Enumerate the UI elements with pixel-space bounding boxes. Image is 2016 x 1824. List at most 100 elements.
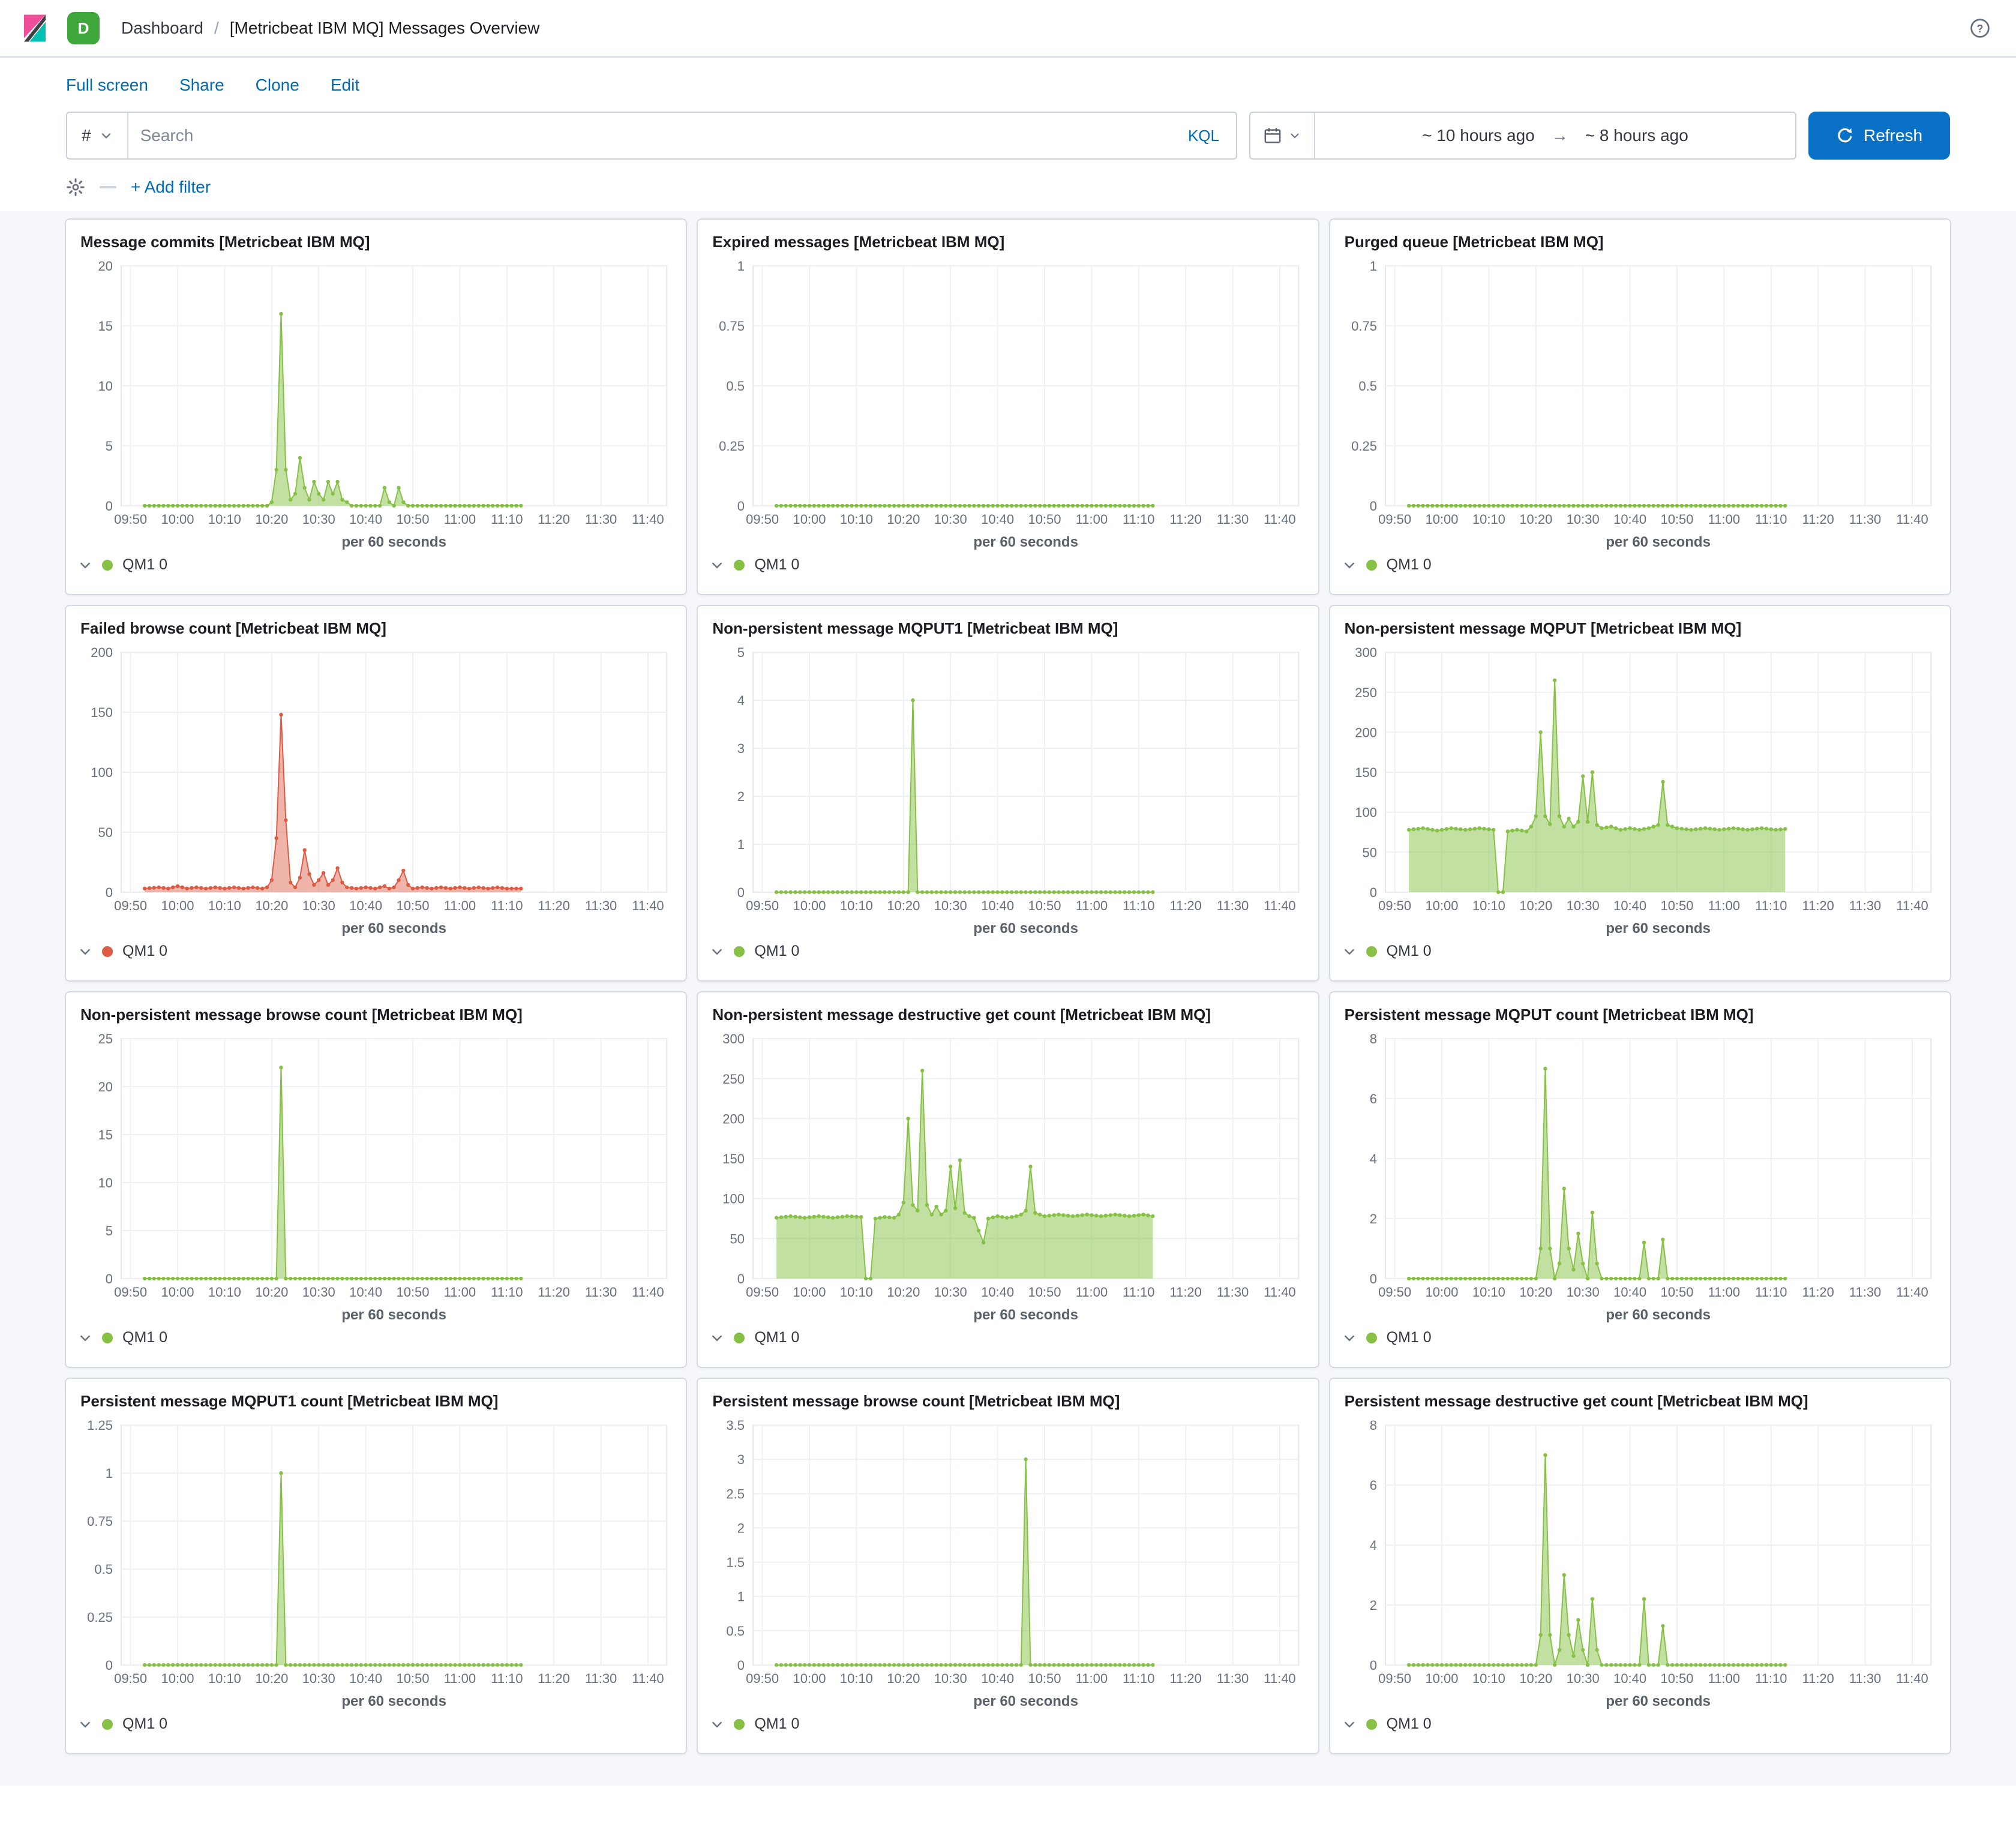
chevron-down-icon[interactable] bbox=[78, 944, 92, 959]
legend-series-dot[interactable] bbox=[1366, 1719, 1377, 1730]
time-range-end[interactable]: ~ 8 hours ago bbox=[1585, 126, 1688, 145]
svg-text:09:50: 09:50 bbox=[1378, 1671, 1411, 1686]
legend-series-dot[interactable] bbox=[734, 1719, 745, 1730]
filter-settings-gear-icon[interactable] bbox=[66, 178, 85, 197]
help-icon[interactable]: ? bbox=[1961, 9, 1999, 47]
menu-edit[interactable]: Edit bbox=[331, 76, 359, 95]
legend-series-label[interactable]: QM1 0 bbox=[754, 556, 799, 574]
legend-series-label[interactable]: QM1 0 bbox=[122, 1715, 167, 1733]
chart-legend: QM1 0 bbox=[1330, 554, 1950, 583]
menu-clone[interactable]: Clone bbox=[256, 76, 299, 95]
chevron-down-icon[interactable] bbox=[710, 1331, 724, 1345]
svg-text:10:20: 10:20 bbox=[887, 898, 920, 913]
kibana-logo[interactable] bbox=[17, 10, 53, 46]
legend-series-label[interactable]: QM1 0 bbox=[1387, 1329, 1432, 1346]
time-series-chart[interactable]: 09:5010:0010:1010:2010:3010:4010:5011:00… bbox=[66, 254, 686, 554]
legend-series-label[interactable]: QM1 0 bbox=[122, 1329, 167, 1346]
svg-text:11:10: 11:10 bbox=[491, 512, 523, 527]
time-series-chart[interactable]: 09:5010:0010:1010:2010:3010:4010:5011:00… bbox=[66, 1413, 686, 1713]
svg-text:5: 5 bbox=[737, 645, 745, 660]
chevron-down-icon[interactable] bbox=[710, 944, 724, 959]
time-series-chart[interactable]: 09:5010:0010:1010:2010:3010:4010:5011:00… bbox=[1330, 1413, 1950, 1713]
time-series-chart[interactable]: 09:5010:0010:1010:2010:3010:4010:5011:00… bbox=[1330, 640, 1950, 940]
query-menu-button[interactable]: # bbox=[67, 113, 128, 158]
filter-bar: + Add filter bbox=[0, 166, 2016, 211]
legend-series-dot[interactable] bbox=[734, 1333, 745, 1343]
time-series-chart[interactable]: 09:5010:0010:1010:2010:3010:4010:5011:00… bbox=[698, 1027, 1318, 1327]
time-series-chart[interactable]: 09:5010:0010:1010:2010:3010:4010:5011:00… bbox=[1330, 254, 1950, 554]
search-input[interactable] bbox=[128, 126, 1171, 145]
svg-text:11:00: 11:00 bbox=[444, 898, 476, 913]
svg-text:8: 8 bbox=[1369, 1031, 1376, 1046]
time-series-chart[interactable]: 09:5010:0010:1010:2010:3010:4010:5011:00… bbox=[698, 1413, 1318, 1713]
svg-text:11:10: 11:10 bbox=[1123, 1285, 1154, 1300]
menu-share[interactable]: Share bbox=[179, 76, 224, 95]
svg-text:09:50: 09:50 bbox=[1378, 898, 1411, 913]
chevron-down-icon[interactable] bbox=[710, 558, 724, 572]
svg-text:11:10: 11:10 bbox=[1123, 1671, 1154, 1686]
svg-text:20: 20 bbox=[98, 1079, 113, 1094]
svg-text:11:00: 11:00 bbox=[1076, 512, 1108, 527]
legend-series-label[interactable]: QM1 0 bbox=[1387, 943, 1432, 960]
svg-text:11:40: 11:40 bbox=[1264, 512, 1296, 527]
legend-series-label[interactable]: QM1 0 bbox=[122, 556, 167, 574]
svg-text:10:20: 10:20 bbox=[887, 512, 920, 527]
legend-series-dot[interactable] bbox=[734, 946, 745, 957]
space-avatar[interactable]: D bbox=[67, 12, 100, 44]
svg-text:10:00: 10:00 bbox=[1425, 898, 1458, 913]
legend-series-label[interactable]: QM1 0 bbox=[754, 943, 799, 960]
svg-text:11:30: 11:30 bbox=[1217, 1671, 1249, 1686]
legend-series-label[interactable]: QM1 0 bbox=[754, 1715, 799, 1733]
legend-series-dot[interactable] bbox=[102, 560, 113, 571]
legend-series-label[interactable]: QM1 0 bbox=[754, 1329, 799, 1346]
chevron-down-icon[interactable] bbox=[78, 558, 92, 572]
query-menu-symbol: # bbox=[82, 126, 91, 145]
svg-text:11:00: 11:00 bbox=[444, 1671, 476, 1686]
legend-series-dot[interactable] bbox=[734, 560, 745, 571]
time-series-chart[interactable]: 09:5010:0010:1010:2010:3010:4010:5011:00… bbox=[66, 1027, 686, 1327]
svg-text:10:20: 10:20 bbox=[255, 898, 288, 913]
chevron-down-icon[interactable] bbox=[1342, 1331, 1357, 1345]
breadcrumb-separator: / bbox=[214, 19, 219, 38]
breadcrumb-dashboard-link[interactable]: Dashboard bbox=[121, 19, 203, 38]
svg-text:10:10: 10:10 bbox=[208, 1671, 241, 1686]
panel-title: Non-persistent message destructive get c… bbox=[698, 992, 1318, 1027]
svg-text:11:20: 11:20 bbox=[1170, 1285, 1202, 1300]
chart-legend: QM1 0 bbox=[66, 1327, 686, 1356]
time-series-chart[interactable]: 09:5010:0010:1010:2010:3010:4010:5011:00… bbox=[698, 254, 1318, 554]
query-language-button[interactable]: KQL bbox=[1171, 127, 1236, 145]
legend-series-dot[interactable] bbox=[102, 1719, 113, 1730]
add-filter-button[interactable]: + Add filter bbox=[131, 178, 211, 197]
show-dates-button[interactable] bbox=[1250, 113, 1315, 158]
time-series-chart[interactable]: 09:5010:0010:1010:2010:3010:4010:5011:00… bbox=[698, 640, 1318, 940]
legend-series-dot[interactable] bbox=[1366, 560, 1377, 571]
chart-panel: Expired messages [Metricbeat IBM MQ] 09:… bbox=[697, 218, 1319, 595]
svg-text:11:40: 11:40 bbox=[1896, 1285, 1928, 1300]
legend-series-dot[interactable] bbox=[102, 946, 113, 957]
svg-text:10:40: 10:40 bbox=[1613, 1285, 1646, 1300]
legend-series-dot[interactable] bbox=[1366, 946, 1377, 957]
time-series-chart[interactable]: 09:5010:0010:1010:2010:3010:4010:5011:00… bbox=[66, 640, 686, 940]
chevron-down-icon[interactable] bbox=[1342, 944, 1357, 959]
chevron-down-icon[interactable] bbox=[78, 1717, 92, 1732]
svg-text:1.25: 1.25 bbox=[87, 1418, 113, 1433]
legend-series-label[interactable]: QM1 0 bbox=[1387, 556, 1432, 574]
legend-series-dot[interactable] bbox=[1366, 1333, 1377, 1343]
time-series-chart[interactable]: 09:5010:0010:1010:2010:3010:4010:5011:00… bbox=[1330, 1027, 1950, 1327]
chevron-down-icon[interactable] bbox=[78, 1331, 92, 1345]
svg-text:10:20: 10:20 bbox=[255, 512, 288, 527]
chevron-down-icon[interactable] bbox=[1342, 558, 1357, 572]
legend-series-label[interactable]: QM1 0 bbox=[1387, 1715, 1432, 1733]
svg-text:10:30: 10:30 bbox=[934, 512, 967, 527]
svg-text:per 60 seconds: per 60 seconds bbox=[1606, 1307, 1711, 1323]
refresh-button[interactable]: Refresh bbox=[1808, 112, 1950, 160]
legend-series-dot[interactable] bbox=[102, 1333, 113, 1343]
chevron-down-icon[interactable] bbox=[710, 1717, 724, 1732]
time-range-start[interactable]: ~ 10 hours ago bbox=[1422, 126, 1535, 145]
svg-text:0: 0 bbox=[106, 1658, 113, 1673]
chart-legend: QM1 0 bbox=[66, 940, 686, 970]
chevron-down-icon[interactable] bbox=[1342, 1717, 1357, 1732]
legend-series-label[interactable]: QM1 0 bbox=[122, 943, 167, 960]
svg-text:per 60 seconds: per 60 seconds bbox=[341, 920, 446, 937]
menu-full-screen[interactable]: Full screen bbox=[66, 76, 148, 95]
